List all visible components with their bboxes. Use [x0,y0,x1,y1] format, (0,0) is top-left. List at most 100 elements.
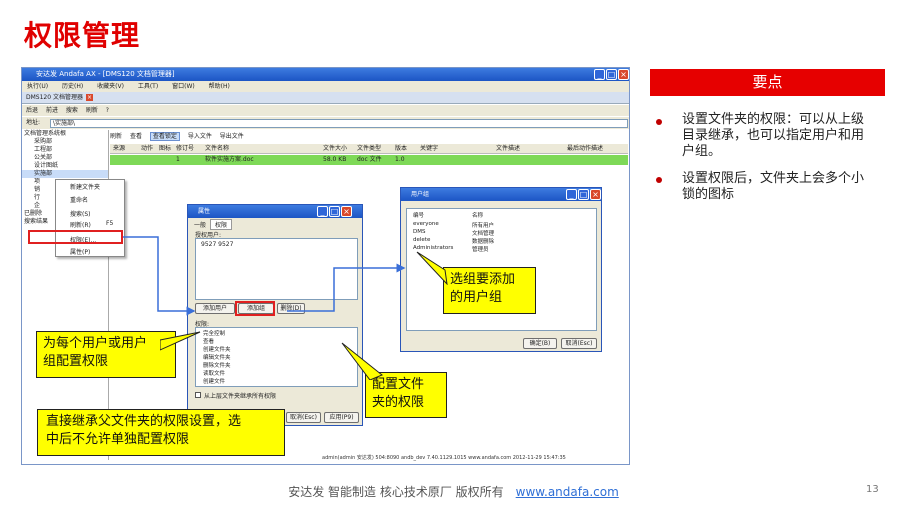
menu-item-refresh[interactable]: 刷新(R) [70,220,91,229]
view-locked-button[interactable]: 查看锁定 [149,132,180,141]
close-icon[interactable]: × [618,69,629,80]
slide-title: 权限管理 [24,19,141,52]
tree-item[interactable]: 采购部 [22,138,108,146]
inherit-checkbox[interactable] [195,392,201,398]
tab-permission[interactable]: 权限 [210,219,233,230]
col-last-action[interactable]: 最后动作描述 [567,144,603,154]
group-row-name: 文档管理 [472,231,495,237]
dialog-maximize-icon[interactable]: □ [329,206,340,217]
col-action[interactable]: 动作 [141,144,153,154]
export-file-button[interactable]: 导出文件 [220,133,244,140]
footer-text: 安达发 智能制造 核心技术原厂 版权所有 [288,485,504,499]
footer-link[interactable]: www.andafa.com [516,485,619,499]
ok-button[interactable]: 确定(B) [523,338,557,349]
group-row-code[interactable]: DMS [413,229,425,235]
menu-tools[interactable]: 工具(T) [138,83,158,90]
perm-create-folder[interactable]: 创建文件夹 [203,345,231,353]
add-user-button[interactable]: 添加用户 [195,303,235,314]
minimize-icon[interactable]: _ [594,69,605,80]
col-code: 编号 [413,213,425,219]
tree-item[interactable]: 设计图纸 [22,162,108,170]
table-row[interactable]: 1 软件实施方案.doc 58.0 KB doc 文件 1.0 [110,155,628,165]
col-source[interactable]: 来源 [113,144,125,154]
row-filesize: 58.0 KB [323,156,347,163]
doc-tab[interactable]: DMS120 文档管理器 [26,94,83,101]
col-version[interactable]: 版本 [395,144,407,154]
properties-dialog: 属性 _ □ × 一般 权限 授权用户: 9527 9527 添加用户 添加组 … [187,204,363,426]
key-points-heading: 要点 [650,69,885,96]
bullet-icon [656,119,662,125]
menu-item-new-folder[interactable]: 新建文件夹 [70,182,100,191]
col-filename[interactable]: 文件名称 [205,144,229,154]
perm-edit-folder[interactable]: 编辑文件夹 [203,353,231,361]
callout-inherit: 直接继承父文件夹的权限设置，选 中后不允许单独配置权限 [37,409,285,456]
dialog-close-icon[interactable]: × [341,206,352,217]
menu-help[interactable]: 帮助(H) [209,83,230,90]
menu-item-search[interactable]: 搜索(S) [70,209,91,218]
address-input[interactable]: \实施部\ [50,119,628,128]
menu-item-rename[interactable]: 重命名 [70,195,88,204]
permission-list[interactable]: 完全控制 查看 创建文件夹 编辑文件夹 删除文件夹 读取文件 创建文件 [195,327,358,387]
group-row-name: 所有用户 [472,223,495,229]
tree-item-root[interactable]: 文档管理系统根 [22,130,108,138]
group-row-code[interactable]: delete [413,237,430,243]
group-dialog-minimize-icon[interactable]: _ [566,189,577,200]
dialog-minimize-icon[interactable]: _ [317,206,328,217]
perm-read-file[interactable]: 读取文件 [203,369,225,377]
tab-general[interactable]: 一般 [194,220,206,229]
auth-users-list[interactable]: 9527 9527 [195,238,358,300]
perm-full-control[interactable]: 完全控制 [203,329,225,337]
menu-favorites[interactable]: 收藏夹(V) [97,83,124,90]
view-button[interactable]: 查看 [130,133,142,140]
col-name: 名称 [472,213,484,219]
delete-button[interactable]: 删除(D) [277,303,305,314]
search-button[interactable]: 搜索 [66,107,78,114]
file-refresh-button[interactable]: 刷新 [110,133,122,140]
app-title-bar: 安达发 Andafa AX - [DMS120 文档管理器] [22,68,629,81]
maximize-icon[interactable]: □ [606,69,617,80]
callout-pointer [341,342,383,380]
tree-item[interactable]: 公关部 [22,154,108,162]
group-dialog-maximize-icon[interactable]: □ [578,189,589,200]
perm-delete-folder[interactable]: 删除文件夹 [203,361,231,369]
key-point-1: 设置文件夹的权限：可以从上级目录继承，也可以指定用户和用户组。 [682,112,865,159]
col-filesize[interactable]: 文件大小 [323,144,347,154]
user-entry[interactable]: 9527 9527 [201,241,233,248]
key-point-2: 设置权限后，文件夹上会多个小锁的图标 [682,171,865,202]
row-filename: 软件实施方案.doc [205,156,254,163]
group-cancel-button[interactable]: 取消(Esc) [561,338,597,349]
col-keywords[interactable]: 关键字 [420,144,438,154]
perm-create-file[interactable]: 创建文件 [203,377,225,385]
tab-close-icon[interactable]: × [85,94,93,101]
forward-button[interactable]: 前进 [46,107,58,114]
group-row-code[interactable]: everyone [413,221,439,227]
col-revision[interactable]: 修订号 [176,144,194,154]
group-dialog-close-icon[interactable]: × [590,189,601,200]
add-group-highlight [235,301,275,316]
refresh-shortcut: F5 [106,220,114,227]
context-menu: 新建文件夹 重命名 搜索(S) 刷新(R) F5 权限(E)... 属性(P) [55,179,125,257]
menu-execute[interactable]: 执行(U) [27,83,48,90]
menu-history[interactable]: 历史(H) [62,83,83,90]
refresh-button[interactable]: 刷新 [86,107,98,114]
bullet-icon [656,177,662,183]
col-icon[interactable]: 图标 [159,144,171,154]
menu-window[interactable]: 窗口(W) [172,83,195,90]
menu-item-properties[interactable]: 属性(P) [70,247,90,256]
col-description[interactable]: 文件描述 [496,144,520,154]
apply-button[interactable]: 应用(P9) [324,412,359,423]
cancel-button[interactable]: 取消(Esc) [286,412,321,423]
col-filetype[interactable]: 文件类型 [357,144,381,154]
row-revision: 1 [176,156,180,163]
back-button[interactable]: 后退 [26,107,38,114]
import-file-button[interactable]: 导入文件 [188,133,212,140]
callout-pointer [416,251,448,285]
status-bar: admin(admin 安达发) 504:8090 andb_dev 7.40.… [322,455,566,461]
group-row-name: 管理员 [472,247,489,253]
file-toolbar: 刷新 查看 查看锁定 导入文件 导出文件 [110,132,628,142]
tree-item[interactable]: 工程部 [22,146,108,154]
help-button[interactable]: ? [106,107,109,114]
permission-menu-highlight [28,230,123,244]
tree-item-selected[interactable]: 实施部 [22,170,108,178]
document-tab-row: DMS120 文档管理器 × [22,92,629,104]
